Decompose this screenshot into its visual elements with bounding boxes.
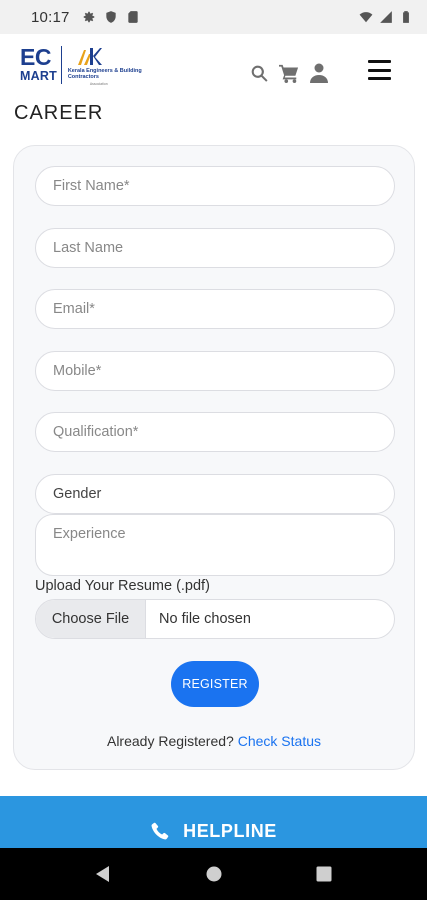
status-icons-left <box>82 10 140 24</box>
status-bar: 10:17 <box>0 0 427 34</box>
already-registered-text: Already Registered? Check Status <box>14 733 414 749</box>
logo-wordmark: EC MART <box>20 46 57 83</box>
battery-icon <box>399 10 413 24</box>
already-registered-label: Already Registered? <box>106 733 234 749</box>
choose-file-button[interactable]: Choose File <box>36 600 146 638</box>
app-header: EC MART Kerala Engineers & Building Cont… <box>0 34 427 100</box>
status-icons-right <box>359 10 413 24</box>
gender-select[interactable]: Gender <box>35 474 395 514</box>
cart-icon[interactable] <box>278 62 300 84</box>
association-emblem-icon <box>77 48 102 65</box>
email-input[interactable]: Email* <box>35 289 395 329</box>
qualification-input[interactable]: Qualification* <box>35 412 395 452</box>
sd-card-icon <box>126 10 140 24</box>
logo-line1: EC <box>20 44 51 70</box>
career-form-card: First Name* Last Name Email* Mobile* Qua… <box>13 145 415 770</box>
check-status-link[interactable]: Check Status <box>238 733 321 749</box>
page-title: CAREER <box>14 102 104 124</box>
wifi-icon <box>359 10 373 24</box>
ec-mart-logo[interactable]: EC MART Kerala Engineers & Building Cont… <box>20 46 165 90</box>
helpline-bar[interactable]: HELPLINE <box>0 796 427 848</box>
hamburger-menu-icon[interactable] <box>368 60 391 80</box>
shield-icon <box>104 10 118 24</box>
upload-resume-label: Upload Your Resume (.pdf) <box>35 578 210 594</box>
gear-icon <box>82 10 96 24</box>
status-time: 10:17 <box>31 8 70 26</box>
search-icon[interactable] <box>248 62 270 84</box>
logo-line2: MART <box>20 69 57 83</box>
signal-icon <box>379 10 393 24</box>
last-name-input[interactable]: Last Name <box>35 228 395 268</box>
logo-org-sub: Association <box>89 81 108 86</box>
mobile-input[interactable]: Mobile* <box>35 351 395 391</box>
logo-association: Kerala Engineers & Building Contractors … <box>68 46 165 86</box>
resume-file-input[interactable]: Choose File No file chosen <box>35 599 395 639</box>
android-nav-bar <box>0 848 427 900</box>
file-status: No file chosen <box>159 611 251 627</box>
logo-divider <box>60 46 62 84</box>
phone-icon <box>150 821 170 841</box>
header-icons <box>248 62 330 84</box>
back-icon[interactable] <box>95 866 111 882</box>
recents-icon[interactable] <box>316 866 332 882</box>
logo-org-name: Kerala Engineers & Building Contractors <box>67 68 142 81</box>
home-icon[interactable] <box>206 866 222 882</box>
helpline-label: HELPLINE <box>183 820 277 841</box>
user-icon[interactable] <box>308 62 330 84</box>
experience-textarea[interactable]: Experience <box>35 514 395 576</box>
first-name-input[interactable]: First Name* <box>35 166 395 206</box>
register-button[interactable]: REGISTER <box>171 661 259 707</box>
